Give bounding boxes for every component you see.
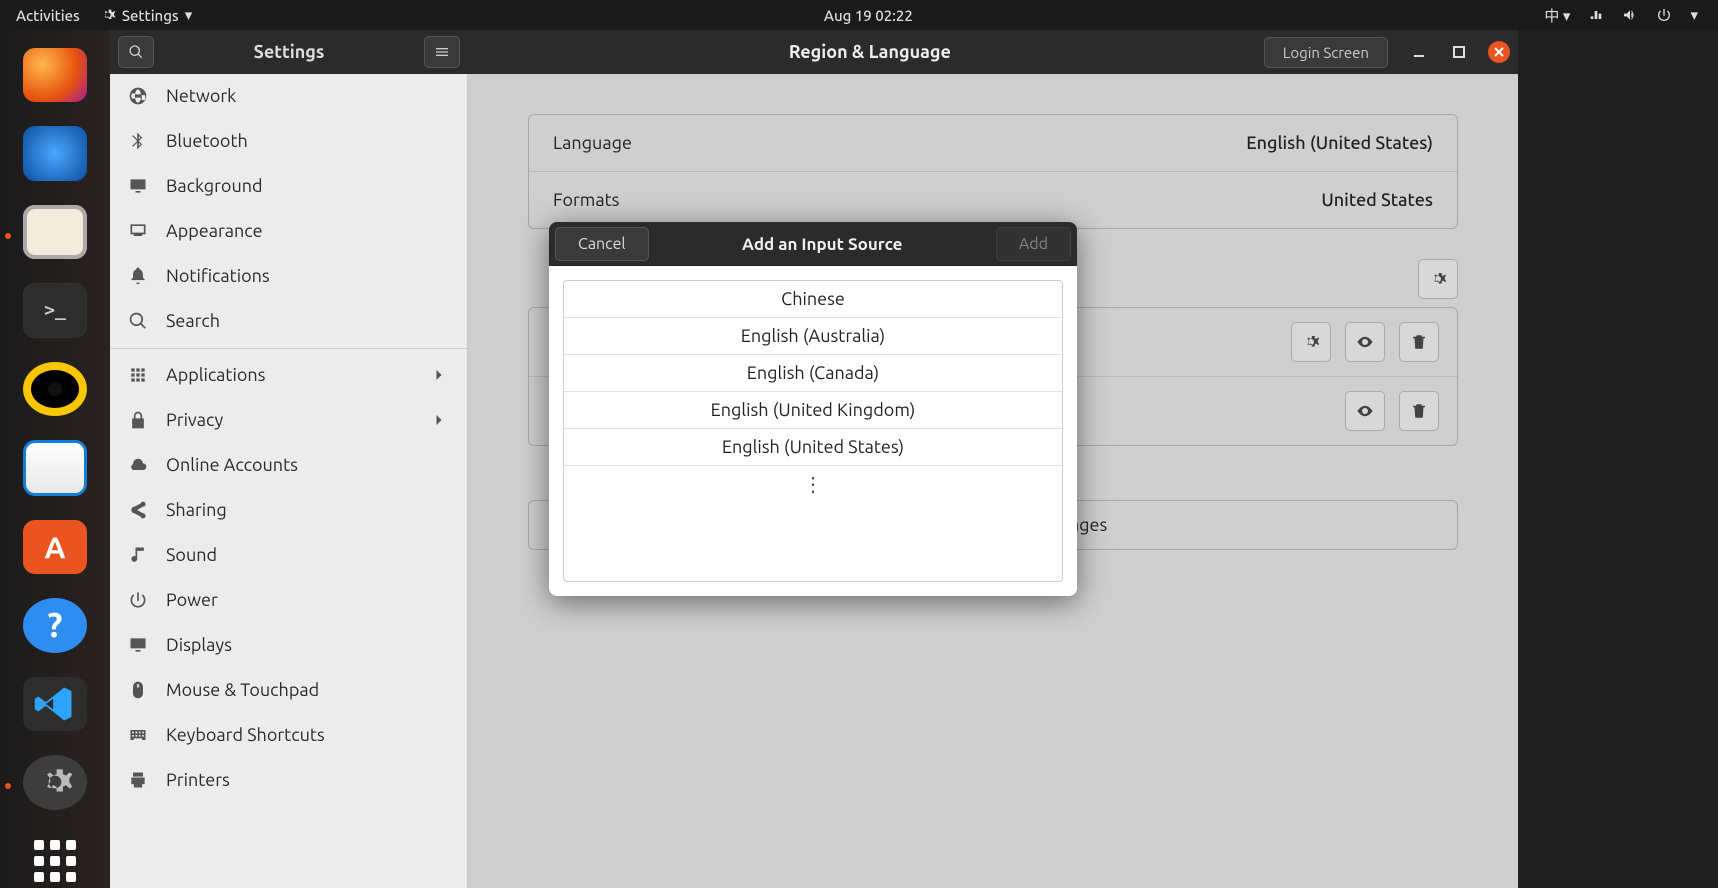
maximize-button[interactable] xyxy=(1448,41,1470,63)
dock-vscode[interactable] xyxy=(23,677,87,731)
region-card: Language English (United States) Formats… xyxy=(528,114,1458,229)
sidebar-item-bluetooth[interactable]: Bluetooth xyxy=(110,119,467,164)
dialog-title: Add an Input Source xyxy=(655,235,990,254)
activities-button[interactable]: Activities xyxy=(16,7,80,24)
sidebar-item-label: Privacy xyxy=(166,410,223,430)
input-source-option[interactable]: English (United Kingdom) xyxy=(564,392,1062,429)
input-source-list: ChineseEnglish (Australia)English (Canad… xyxy=(563,280,1063,582)
source-settings-button[interactable] xyxy=(1291,322,1331,362)
sidebar-item-label: Displays xyxy=(166,635,232,655)
sidebar-item-label: Sharing xyxy=(166,500,227,520)
dock xyxy=(0,30,110,888)
sidebar-item-keyboard-shortcuts[interactable]: Keyboard Shortcuts xyxy=(110,713,467,758)
dock-thunderbird[interactable] xyxy=(23,126,87,180)
page-title: Region & Language xyxy=(476,42,1264,62)
dock-libreoffice-writer[interactable] xyxy=(23,440,87,495)
sidebar-item-privacy[interactable]: Privacy xyxy=(110,398,467,443)
volume-icon[interactable] xyxy=(1622,7,1638,23)
dock-terminal[interactable] xyxy=(23,283,87,338)
language-row[interactable]: Language English (United States) xyxy=(529,115,1457,172)
sidebar-item-sharing[interactable]: Sharing xyxy=(110,488,467,533)
power-icon[interactable] xyxy=(1656,7,1672,23)
dock-show-apps[interactable] xyxy=(23,834,87,888)
dialog-header: Cancel Add an Input Source Add xyxy=(549,222,1077,266)
sidebar-title: Settings xyxy=(164,42,414,62)
sidebar-item-notifications[interactable]: Notifications xyxy=(110,254,467,299)
sidebar-item-network[interactable]: Network xyxy=(110,74,467,119)
formats-row[interactable]: Formats United States xyxy=(529,172,1457,228)
sidebar-item-displays[interactable]: Displays xyxy=(110,623,467,668)
dock-firefox[interactable] xyxy=(23,48,87,102)
dialog-cancel-button[interactable]: Cancel xyxy=(555,227,649,261)
gear-icon xyxy=(100,7,116,23)
dock-software[interactable] xyxy=(23,520,87,574)
sidebar-item-sound[interactable]: Sound xyxy=(110,533,467,578)
app-menu[interactable]: Settings ▾ xyxy=(100,6,192,24)
sidebar-item-appearance[interactable]: Appearance xyxy=(110,209,467,254)
input-source-option[interactable]: English (Canada) xyxy=(564,355,1062,392)
sidebar-item-label: Network xyxy=(166,86,236,106)
input-source-options-button[interactable] xyxy=(1418,259,1458,299)
clock[interactable]: Aug 19 02:22 xyxy=(192,7,1544,24)
minimize-button[interactable] xyxy=(1408,41,1430,63)
sidebar-item-label: Notifications xyxy=(166,266,270,286)
dock-help[interactable] xyxy=(23,598,87,652)
input-source-option[interactable]: Chinese xyxy=(564,281,1062,318)
sidebar-item-printers[interactable]: Printers xyxy=(110,758,467,803)
sidebar-item-label: Mouse & Touchpad xyxy=(166,680,319,700)
source-delete-button[interactable] xyxy=(1399,322,1439,362)
top-panel: Activities Settings ▾ Aug 19 02:22 中 ▾ ▾ xyxy=(0,0,1718,30)
sidebar-item-search[interactable]: Search xyxy=(110,299,467,344)
dock-rhythmbox[interactable] xyxy=(23,362,87,416)
settings-sidebar: Network Bluetooth Background Appearance Noti… xyxy=(110,74,468,888)
sidebar-item-label: Online Accounts xyxy=(166,455,298,475)
input-source-option[interactable]: English (United States) xyxy=(564,429,1062,466)
sidebar-item-label: Search xyxy=(166,311,220,331)
titlebar: Settings Region & Language Login Screen xyxy=(110,30,1518,74)
sidebar-item-background[interactable]: Background xyxy=(110,164,467,209)
network-icon[interactable] xyxy=(1588,7,1604,23)
source-view-button[interactable] xyxy=(1345,391,1385,431)
sidebar-item-online-accounts[interactable]: Online Accounts xyxy=(110,443,467,488)
sidebar-item-label: Bluetooth xyxy=(166,131,248,151)
sidebar-item-applications[interactable]: Applications xyxy=(110,353,467,398)
sidebar-item-mouse-touchpad[interactable]: Mouse & Touchpad xyxy=(110,668,467,713)
search-button[interactable] xyxy=(118,36,154,68)
language-label: Language xyxy=(553,133,632,153)
hamburger-button[interactable] xyxy=(424,36,460,68)
sidebar-item-label: Background xyxy=(166,176,263,196)
close-button[interactable] xyxy=(1488,41,1510,63)
language-value: English (United States) xyxy=(1246,133,1433,153)
sidebar-item-label: Applications xyxy=(166,365,266,385)
ime-indicator[interactable]: 中 ▾ xyxy=(1544,5,1570,26)
source-delete-button[interactable] xyxy=(1399,391,1439,431)
sidebar-item-label: Appearance xyxy=(166,221,263,241)
more-icon[interactable]: ⋮ xyxy=(564,466,1062,502)
add-input-source-dialog: Cancel Add an Input Source Add ChineseEn… xyxy=(549,222,1077,596)
formats-value: United States xyxy=(1321,190,1433,210)
desktop xyxy=(1518,30,1718,888)
sidebar-item-label: Keyboard Shortcuts xyxy=(166,725,325,745)
source-view-button[interactable] xyxy=(1345,322,1385,362)
chevron-down-icon: ▾ xyxy=(185,6,193,24)
formats-label: Formats xyxy=(553,190,619,210)
sidebar-item-label: Sound xyxy=(166,545,217,565)
login-screen-button[interactable]: Login Screen xyxy=(1264,37,1388,68)
sidebar-item-power[interactable]: Power xyxy=(110,578,467,623)
dock-settings[interactable] xyxy=(23,755,87,809)
chevron-down-icon[interactable]: ▾ xyxy=(1690,6,1698,24)
sidebar-item-label: Printers xyxy=(166,770,230,790)
dialog-add-button[interactable]: Add xyxy=(996,227,1071,261)
dock-files[interactable] xyxy=(23,205,87,259)
sidebar-item-label: Power xyxy=(166,590,218,610)
input-source-option[interactable]: English (Australia) xyxy=(564,318,1062,355)
